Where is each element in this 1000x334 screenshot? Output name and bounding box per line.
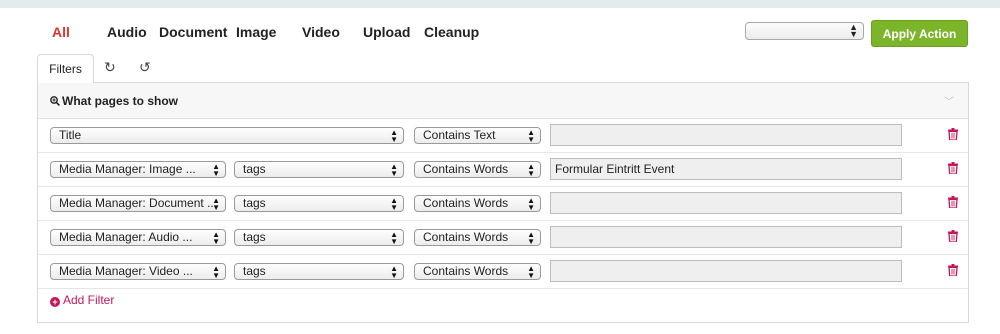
operator-select-value: Contains Words xyxy=(423,264,509,278)
field-select[interactable]: Media Manager: Document ... ▲ ▼ xyxy=(50,195,226,212)
chevron-down-icon[interactable]: ﹀ xyxy=(944,93,954,108)
filter-value-input[interactable] xyxy=(550,226,902,248)
operator-select[interactable]: Contains Words ▲ ▼ xyxy=(414,229,541,246)
trash-icon[interactable] xyxy=(948,264,958,276)
field-select-value: Media Manager: Document ... xyxy=(59,196,218,210)
add-filter-link[interactable]: + Add Filter xyxy=(50,293,114,307)
filter-value-input[interactable] xyxy=(550,192,902,214)
attribute-select-value: tags xyxy=(243,230,266,244)
select-arrows-icon: ▲ ▼ xyxy=(390,264,398,280)
select-arrows-icon: ▲ ▼ xyxy=(390,162,398,178)
attribute-select-value: tags xyxy=(243,162,266,176)
operator-select-value: Contains Words xyxy=(423,230,509,244)
filter-row: Media Manager: Video ... ▲ ▼ tags ▲ ▼ Cont… xyxy=(38,255,968,289)
filter-value-input[interactable] xyxy=(550,124,902,146)
nav-document[interactable]: Document xyxy=(159,24,227,40)
select-arrows-icon: ▲ ▼ xyxy=(527,162,535,178)
filter-row: Media Manager: Audio ... ▲ ▼ tags ▲ ▼ Cont… xyxy=(38,221,968,255)
operator-select[interactable]: Contains Words ▲ ▼ xyxy=(414,263,541,280)
panel-title-text: What pages to show xyxy=(62,94,179,108)
select-arrows-icon: ▲ ▼ xyxy=(527,230,535,246)
trash-icon[interactable] xyxy=(948,230,958,242)
select-arrows-icon: ▲ ▼ xyxy=(212,230,220,246)
filter-value-input[interactable] xyxy=(550,260,902,282)
nav-audio[interactable]: Audio xyxy=(107,24,147,40)
trash-icon[interactable] xyxy=(948,128,958,140)
nav-upload[interactable]: Upload xyxy=(363,24,410,40)
operator-select-value: Contains Words xyxy=(423,162,509,176)
nav-cleanup[interactable]: Cleanup xyxy=(424,24,479,40)
apply-action-button[interactable]: Apply Action xyxy=(871,20,968,47)
panel-title: What pages to show xyxy=(50,94,178,108)
filter-value-input[interactable]: Formular Eintritt Event xyxy=(550,158,902,180)
undo-icon[interactable]: ↺ xyxy=(139,59,151,76)
field-select[interactable]: Media Manager: Video ... ▲ ▼ xyxy=(50,263,226,280)
operator-select-value: Contains Text xyxy=(423,128,496,142)
nav-image[interactable]: Image xyxy=(236,24,276,40)
add-filter-label: Add Filter xyxy=(63,293,115,307)
search-plus-icon xyxy=(50,96,60,106)
attribute-select[interactable]: tags ▲ ▼ xyxy=(234,195,404,212)
select-arrows-icon: ▲ ▼ xyxy=(390,196,398,212)
field-select-value: Media Manager: Audio ... xyxy=(59,230,193,244)
panel-header[interactable]: What pages to show ﹀ xyxy=(38,83,968,119)
operator-select[interactable]: Contains Words ▲ ▼ xyxy=(414,161,541,178)
field-select-value: Title xyxy=(59,128,82,142)
trash-icon[interactable] xyxy=(948,196,958,208)
top-strip xyxy=(0,0,1000,8)
attribute-select-value: tags xyxy=(243,196,266,210)
select-arrows-icon: ▲ ▼ xyxy=(390,230,398,246)
select-arrows-icon: ▲ ▼ xyxy=(527,264,535,280)
field-select-value: Media Manager: Image ... xyxy=(59,162,196,176)
attribute-select[interactable]: tags ▲ ▼ xyxy=(234,229,404,246)
refresh-icon[interactable]: ↻ xyxy=(104,59,116,76)
attribute-select-value: tags xyxy=(243,264,266,278)
select-arrows-icon: ▲ ▼ xyxy=(527,196,535,212)
select-arrows-icon: ▲ ▼ xyxy=(212,162,220,178)
select-arrows-icon: ▲ ▼ xyxy=(849,22,858,39)
field-select-value: Media Manager: Video ... xyxy=(59,264,193,278)
filter-row: Media Manager: Document ... ▲ ▼ tags ▲ ▼ C… xyxy=(38,187,968,221)
filter-row: Media Manager: Image ... ▲ ▼ tags ▲ ▼ Cont… xyxy=(38,153,968,187)
select-arrows-icon: ▲ ▼ xyxy=(527,128,535,144)
filter-row: Title ▲ ▼ Contains Text ▲ ▼ xyxy=(38,119,968,153)
operator-select-value: Contains Words xyxy=(423,196,509,210)
attribute-select[interactable]: tags ▲ ▼ xyxy=(234,161,404,178)
field-select[interactable]: Media Manager: Image ... ▲ ▼ xyxy=(50,161,226,178)
field-select[interactable]: Media Manager: Audio ... ▲ ▼ xyxy=(50,229,226,246)
trash-icon[interactable] xyxy=(948,162,958,174)
select-arrows-icon: ▲ ▼ xyxy=(390,128,398,144)
tab-filters[interactable]: Filters xyxy=(37,54,94,83)
nav-video[interactable]: Video xyxy=(302,24,340,40)
operator-select[interactable]: Contains Words ▲ ▼ xyxy=(414,195,541,212)
select-arrows-icon: ▲ ▼ xyxy=(212,264,220,280)
nav-all[interactable]: All xyxy=(52,24,70,40)
field-select[interactable]: Title ▲ ▼ xyxy=(50,127,404,144)
attribute-select[interactable]: tags ▲ ▼ xyxy=(234,263,404,280)
filter-panel: What pages to show ﹀ Title ▲ ▼ Contains T… xyxy=(37,82,969,323)
operator-select[interactable]: Contains Text ▲ ▼ xyxy=(414,127,541,144)
select-arrows-icon: ▲ ▼ xyxy=(212,196,220,212)
bulk-action-select[interactable]: ▲ ▼ xyxy=(745,22,864,40)
plus-circle-icon: + xyxy=(50,297,60,307)
